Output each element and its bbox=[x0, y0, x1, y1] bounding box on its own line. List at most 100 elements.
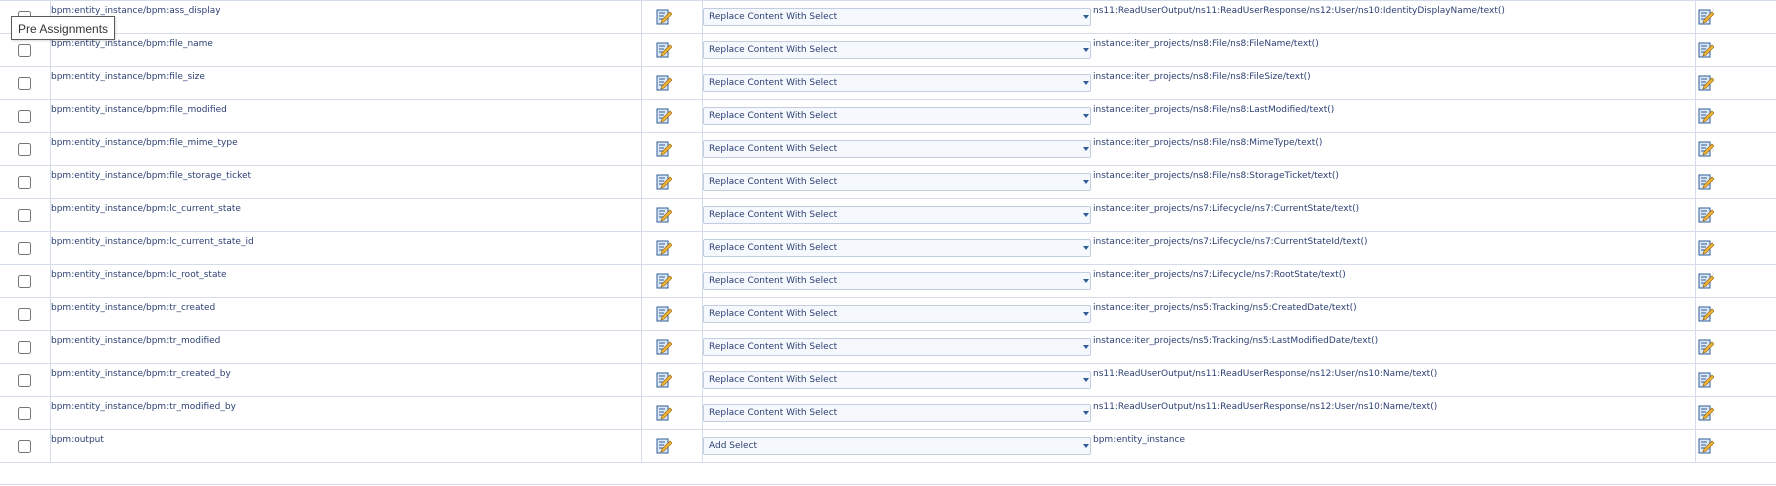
target-variable: bpm:entity_instance/bpm:file_mime_type bbox=[51, 138, 238, 148]
row-checkbox[interactable] bbox=[18, 275, 31, 288]
source-expression: instance:iter_projects/ns8:File/ns8:Stor… bbox=[1093, 171, 1339, 181]
source-expression: ns11:ReadUserOutput/ns11:ReadUserRespons… bbox=[1093, 369, 1438, 379]
edit-pencil-icon[interactable] bbox=[1698, 240, 1714, 256]
dropdown-arrow-icon bbox=[1083, 444, 1089, 448]
divider bbox=[0, 484, 1776, 485]
edit-pencil-icon[interactable] bbox=[1698, 141, 1714, 157]
assignment-type-select[interactable]: Replace Content With Select bbox=[703, 8, 1091, 26]
edit-pencil-icon[interactable] bbox=[656, 9, 672, 25]
dropdown-arrow-icon bbox=[1083, 312, 1089, 316]
source-expression: instance:iter_projects/ns7:Lifecycle/ns7… bbox=[1093, 270, 1346, 280]
source-expression: instance:iter_projects/ns5:Tracking/ns5:… bbox=[1093, 303, 1357, 313]
edit-pencil-icon[interactable] bbox=[656, 42, 672, 58]
edit-pencil-icon[interactable] bbox=[1698, 438, 1714, 454]
edit-pencil-icon[interactable] bbox=[656, 339, 672, 355]
edit-pencil-icon[interactable] bbox=[656, 306, 672, 322]
assignment-type-select[interactable]: Replace Content With Select bbox=[703, 272, 1091, 290]
dropdown-arrow-icon bbox=[1083, 114, 1089, 118]
assignment-type-select[interactable]: Replace Content With Select bbox=[703, 404, 1091, 422]
source-expression: instance:iter_projects/ns7:Lifecycle/ns7… bbox=[1093, 237, 1368, 247]
edit-pencil-icon[interactable] bbox=[656, 207, 672, 223]
dropdown-arrow-icon bbox=[1083, 81, 1089, 85]
assignment-type-select[interactable]: Replace Content With Select bbox=[703, 371, 1091, 389]
edit-pencil-icon[interactable] bbox=[656, 141, 672, 157]
edit-pencil-icon[interactable] bbox=[656, 438, 672, 454]
row-checkbox[interactable] bbox=[18, 341, 31, 354]
target-variable: bpm:entity_instance/bpm:tr_created_by bbox=[51, 369, 231, 379]
row-checkbox[interactable] bbox=[18, 407, 31, 420]
assignment-row: bpm:entity_instance/bpm:file_size Replac… bbox=[0, 67, 1776, 100]
row-checkbox[interactable] bbox=[18, 374, 31, 387]
edit-pencil-icon[interactable] bbox=[656, 240, 672, 256]
assignment-type-select[interactable]: Add Select bbox=[703, 437, 1091, 455]
edit-pencil-icon[interactable] bbox=[1698, 306, 1714, 322]
edit-pencil-icon[interactable] bbox=[1698, 9, 1714, 25]
source-expression: instance:iter_projects/ns7:Lifecycle/ns7… bbox=[1093, 204, 1360, 214]
assignment-type-select[interactable]: Replace Content With Select bbox=[703, 74, 1091, 92]
edit-pencil-icon[interactable] bbox=[656, 108, 672, 124]
target-variable: bpm:output bbox=[51, 435, 104, 445]
row-checkbox[interactable] bbox=[18, 77, 31, 90]
edit-pencil-icon[interactable] bbox=[1698, 405, 1714, 421]
edit-pencil-icon[interactable] bbox=[1698, 174, 1714, 190]
dropdown-arrow-icon bbox=[1083, 213, 1089, 217]
dropdown-arrow-icon bbox=[1083, 378, 1089, 382]
edit-pencil-icon[interactable] bbox=[1698, 75, 1714, 91]
edit-pencil-icon[interactable] bbox=[1698, 207, 1714, 223]
row-checkbox[interactable] bbox=[18, 209, 31, 222]
edit-pencil-icon[interactable] bbox=[1698, 108, 1714, 124]
edit-pencil-icon[interactable] bbox=[1698, 372, 1714, 388]
row-checkbox[interactable] bbox=[18, 44, 31, 57]
target-variable: bpm:entity_instance/bpm:file_size bbox=[51, 72, 205, 82]
edit-pencil-icon[interactable] bbox=[1698, 42, 1714, 58]
row-checkbox[interactable] bbox=[18, 176, 31, 189]
source-expression: instance:iter_projects/ns8:File/ns8:Mime… bbox=[1093, 138, 1323, 148]
assignment-type-select[interactable]: Replace Content With Select bbox=[703, 239, 1091, 257]
assignment-row: bpm:entity_instance/bpm:file_mime_type R… bbox=[0, 133, 1776, 166]
dropdown-arrow-icon bbox=[1083, 15, 1089, 19]
row-checkbox[interactable] bbox=[18, 308, 31, 321]
assignment-type-select[interactable]: Replace Content With Select bbox=[703, 140, 1091, 158]
assignment-row: bpm:entity_instance/bpm:ass_display Repl… bbox=[0, 0, 1776, 34]
row-checkbox[interactable] bbox=[18, 242, 31, 255]
assignment-row: bpm:entity_instance/bpm:lc_root_state Re… bbox=[0, 265, 1776, 298]
tooltip: Pre Assignments bbox=[11, 16, 116, 40]
source-expression: instance:iter_projects/ns5:Tracking/ns5:… bbox=[1093, 336, 1379, 346]
assignment-row: bpm:output Add Select bpm:entity_instanc… bbox=[0, 430, 1776, 463]
assignment-type-select[interactable]: Replace Content With Select bbox=[703, 206, 1091, 224]
dropdown-arrow-icon bbox=[1083, 345, 1089, 349]
edit-pencil-icon[interactable] bbox=[656, 273, 672, 289]
source-expression: ns11:ReadUserOutput/ns11:ReadUserRespons… bbox=[1093, 402, 1438, 412]
assignment-row: bpm:entity_instance/bpm:tr_modified Repl… bbox=[0, 331, 1776, 364]
assignment-type-select[interactable]: Replace Content With Select bbox=[703, 41, 1091, 59]
row-checkbox[interactable] bbox=[18, 110, 31, 123]
assignment-row: bpm:entity_instance/bpm:file_modified Re… bbox=[0, 100, 1776, 133]
source-expression: instance:iter_projects/ns8:File/ns8:File… bbox=[1093, 39, 1319, 49]
assignment-row: bpm:entity_instance/bpm:file_name Replac… bbox=[0, 34, 1776, 67]
assignments-grid: bpm:entity_instance/bpm:ass_display Repl… bbox=[0, 0, 1776, 463]
edit-pencil-icon[interactable] bbox=[656, 405, 672, 421]
source-expression: instance:iter_projects/ns8:File/ns8:File… bbox=[1093, 72, 1311, 82]
edit-pencil-icon[interactable] bbox=[1698, 339, 1714, 355]
edit-pencil-icon[interactable] bbox=[656, 174, 672, 190]
source-expression: instance:iter_projects/ns8:File/ns8:Last… bbox=[1093, 105, 1335, 115]
assignment-type-select[interactable]: Replace Content With Select bbox=[703, 305, 1091, 323]
target-variable: bpm:entity_instance/bpm:tr_created bbox=[51, 303, 216, 313]
source-expression: bpm:entity_instance bbox=[1093, 435, 1185, 445]
edit-pencil-icon[interactable] bbox=[1698, 273, 1714, 289]
assignment-type-select[interactable]: Replace Content With Select bbox=[703, 107, 1091, 125]
row-checkbox[interactable] bbox=[18, 143, 31, 156]
target-variable: bpm:entity_instance/bpm:file_storage_tic… bbox=[51, 171, 252, 181]
target-variable: bpm:entity_instance/bpm:lc_current_state bbox=[51, 204, 241, 214]
target-variable: bpm:entity_instance/bpm:lc_root_state bbox=[51, 270, 227, 280]
assignment-type-select[interactable]: Replace Content With Select bbox=[703, 338, 1091, 356]
row-checkbox[interactable] bbox=[18, 440, 31, 453]
target-variable: bpm:entity_instance/bpm:lc_current_state… bbox=[51, 237, 254, 247]
edit-pencil-icon[interactable] bbox=[656, 75, 672, 91]
edit-pencil-icon[interactable] bbox=[656, 372, 672, 388]
dropdown-arrow-icon bbox=[1083, 180, 1089, 184]
assignment-type-select[interactable]: Replace Content With Select bbox=[703, 173, 1091, 191]
assignment-row: bpm:entity_instance/bpm:tr_modified_by R… bbox=[0, 397, 1776, 430]
target-variable: bpm:entity_instance/bpm:tr_modified_by bbox=[51, 402, 236, 412]
target-variable: bpm:entity_instance/bpm:file_modified bbox=[51, 105, 227, 115]
